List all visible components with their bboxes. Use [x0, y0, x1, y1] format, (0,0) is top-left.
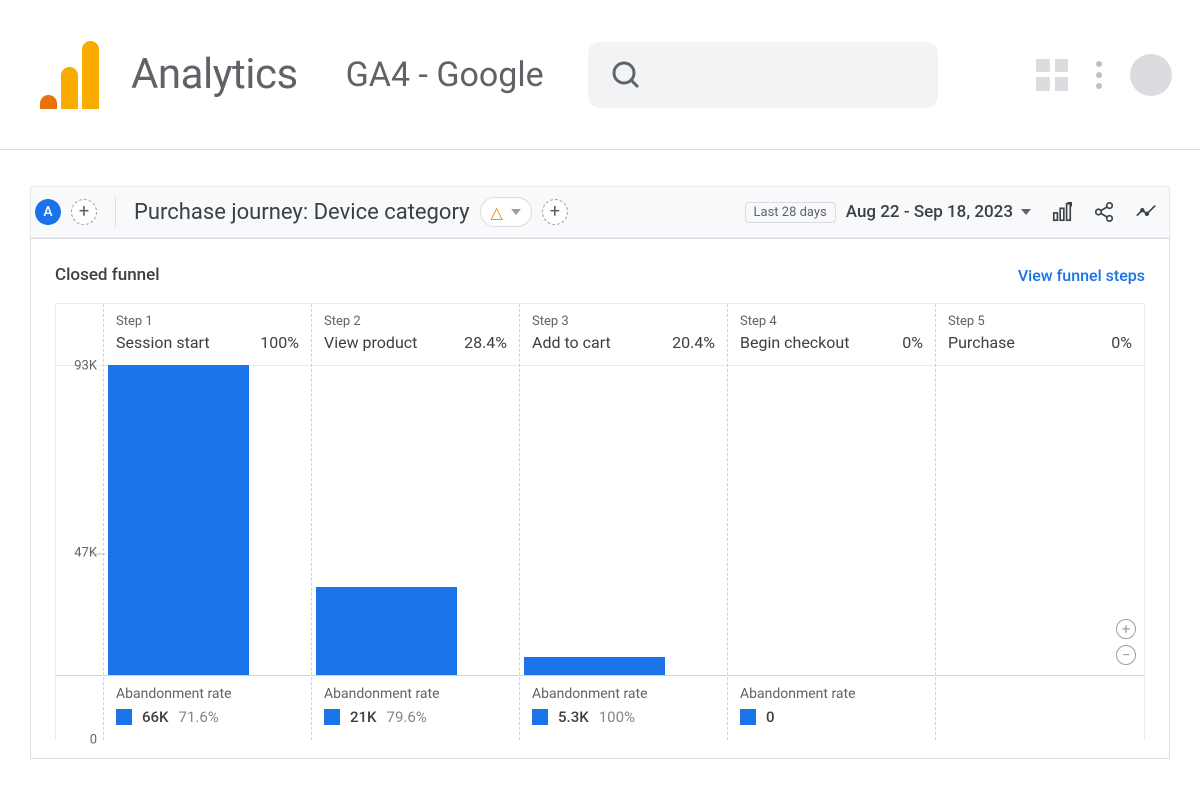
funnel-card: Closed funnel View funnel steps 93K 47K …: [30, 238, 1170, 759]
customize-report-icon[interactable]: [1051, 201, 1073, 223]
date-range-picker[interactable]: Aug 22 - Sep 18, 2023: [846, 202, 1031, 222]
series-color-swatch: [740, 709, 756, 725]
header-actions: [1036, 54, 1172, 96]
step-name: View product: [324, 333, 417, 352]
abandonment-rate: 100%: [599, 708, 635, 726]
logo-bar-icon: [40, 95, 57, 109]
sampling-warning-dropdown[interactable]: △: [480, 197, 532, 227]
funnel-bar: [316, 587, 457, 675]
abandonment-rate: 79.6%: [387, 708, 427, 726]
insights-icon[interactable]: [1135, 201, 1157, 223]
step-completion-pct: 0%: [902, 333, 923, 352]
card-title: Closed funnel: [55, 265, 160, 285]
logo-bar-icon: [82, 41, 99, 109]
abandonment-count: 21K: [350, 708, 377, 726]
series-color-swatch: [324, 709, 340, 725]
y-tick-label: 47K: [74, 546, 97, 561]
period-badge: Last 28 days: [745, 202, 836, 223]
funnel-step: Step 1 Session start 100% Abandonment ra…: [104, 304, 312, 740]
chevron-down-icon: [1021, 209, 1031, 215]
step-completion-pct: 28.4%: [464, 333, 507, 352]
funnel-steps: Step 1 Session start 100% Abandonment ra…: [104, 304, 1144, 740]
funnel-bar: [108, 365, 249, 675]
funnel-step: Step 3 Add to cart 20.4% Abandonment rat…: [520, 304, 728, 740]
analytics-logo: [40, 41, 99, 109]
step-number: Step 1: [116, 314, 299, 329]
step-number: Step 3: [532, 314, 715, 329]
funnel-chart: 93K 47K 0 Step 1 Session start 100% Aban…: [55, 303, 1145, 740]
brand-name: Analytics: [131, 50, 298, 99]
step-name: Begin checkout: [740, 333, 849, 352]
funnel-step: Step 4 Begin checkout 0% Abandonment rat…: [728, 304, 936, 740]
series-color-swatch: [532, 709, 548, 725]
search-icon: [610, 59, 642, 91]
step-completion-pct: 0%: [1111, 333, 1132, 352]
logo-bar-icon: [61, 67, 78, 109]
step-completion-pct: 20.4%: [672, 333, 715, 352]
abandonment-label: Abandonment rate: [532, 686, 715, 702]
zoom-out-button[interactable]: −: [1116, 645, 1136, 665]
step-completion-pct: 100%: [260, 333, 299, 352]
abandonment-count: 0: [766, 708, 775, 726]
zoom-in-button[interactable]: +: [1116, 619, 1136, 639]
account-avatar[interactable]: [1130, 54, 1172, 96]
step-number: Step 4: [740, 314, 923, 329]
y-tick-label: 0: [90, 733, 97, 748]
funnel-step: Step 5 Purchase 0% + − .: [936, 304, 1144, 740]
funnel-bar: [524, 657, 665, 675]
add-segment-button[interactable]: +: [71, 199, 97, 225]
step-number: Step 2: [324, 314, 507, 329]
step-number: Step 5: [948, 314, 1132, 329]
abandonment-label: Abandonment rate: [740, 686, 923, 702]
step-name: Add to cart: [532, 333, 611, 352]
funnel-step: Step 2 View product 28.4% Abandonment ra…: [312, 304, 520, 740]
y-tick-label: 93K: [74, 359, 97, 374]
series-color-swatch: [116, 709, 132, 725]
chevron-down-icon: [511, 209, 521, 215]
segment-chip[interactable]: A: [35, 199, 61, 225]
report-toolbar: A + Purchase journey: Device category △ …: [30, 186, 1170, 238]
abandonment-label: Abandonment rate: [116, 686, 299, 702]
abandonment-label: Abandonment rate: [324, 686, 507, 702]
more-menu-icon[interactable]: [1096, 61, 1102, 89]
y-axis: 93K 47K 0: [56, 304, 104, 740]
property-name[interactable]: GA4 - Google: [346, 55, 544, 95]
abandonment-rate: 71.6%: [179, 708, 219, 726]
divider: [115, 197, 116, 227]
app-header: Analytics GA4 - Google: [0, 0, 1200, 150]
abandonment-count: 66K: [142, 708, 169, 726]
apps-grid-icon[interactable]: [1036, 59, 1068, 91]
date-range-text: Aug 22 - Sep 18, 2023: [846, 202, 1013, 222]
report-title: Purchase journey: Device category: [134, 200, 470, 225]
share-icon[interactable]: [1093, 201, 1115, 223]
search-input[interactable]: [588, 42, 938, 108]
add-comparison-button[interactable]: +: [542, 199, 568, 225]
view-funnel-steps-link[interactable]: View funnel steps: [1018, 266, 1145, 285]
warning-triangle-icon: △: [491, 203, 503, 222]
abandonment-count: 5.3K: [558, 708, 589, 726]
step-name: Purchase: [948, 333, 1015, 352]
step-name: Session start: [116, 333, 210, 352]
